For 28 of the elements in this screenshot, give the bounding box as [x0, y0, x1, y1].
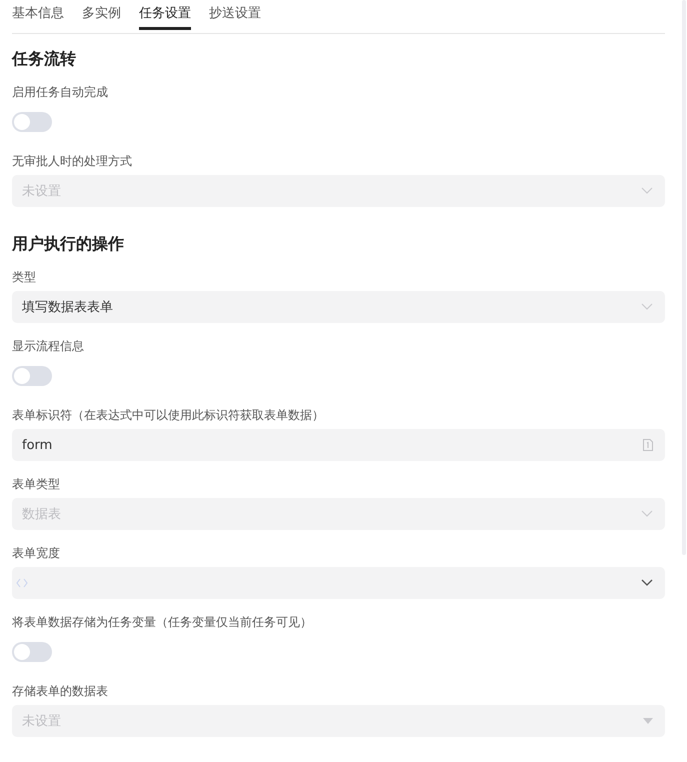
field-label: 类型 — [12, 269, 37, 286]
section-title: 任务流转 — [12, 48, 77, 70]
tab[interactable]: 基本信息 — [12, 0, 64, 30]
chevron-down-icon — [641, 303, 653, 311]
select-field[interactable]: 填写数据表表单 — [12, 291, 665, 323]
select-field[interactable] — [12, 567, 665, 599]
tab[interactable]: 抄送设置 — [209, 0, 261, 30]
code-icon — [16, 578, 28, 588]
chevron-down-icon — [641, 510, 653, 518]
field-label: 启用任务自动完成 — [12, 84, 109, 101]
caret-down-icon — [643, 718, 653, 724]
field-label: 表单标识符（在表达式中可以使用此标识符获取表单数据） — [12, 407, 325, 424]
field-label: 无审批人时的处理方式 — [12, 153, 133, 170]
toggle-switch[interactable] — [12, 366, 52, 386]
document-icon — [643, 439, 653, 451]
chevron-down-icon — [641, 579, 653, 587]
section-title: 用户执行的操作 — [12, 233, 125, 255]
toggle-switch[interactable] — [12, 112, 52, 132]
field-label: 显示流程信息 — [12, 338, 85, 355]
field-label: 将表单数据存储为任务变量（任务变量仅当前任务可见） — [12, 614, 313, 631]
field-label: 存储表单的数据表 — [12, 683, 109, 700]
tab[interactable]: 多实例 — [82, 0, 121, 30]
field-label: 表单宽度 — [12, 545, 61, 562]
tab[interactable]: 任务设置 — [139, 0, 191, 30]
field-label: 表单类型 — [12, 476, 61, 493]
chevron-down-icon — [641, 187, 653, 195]
toggle-switch[interactable] — [12, 642, 52, 662]
text-field[interactable]: form — [12, 429, 665, 461]
